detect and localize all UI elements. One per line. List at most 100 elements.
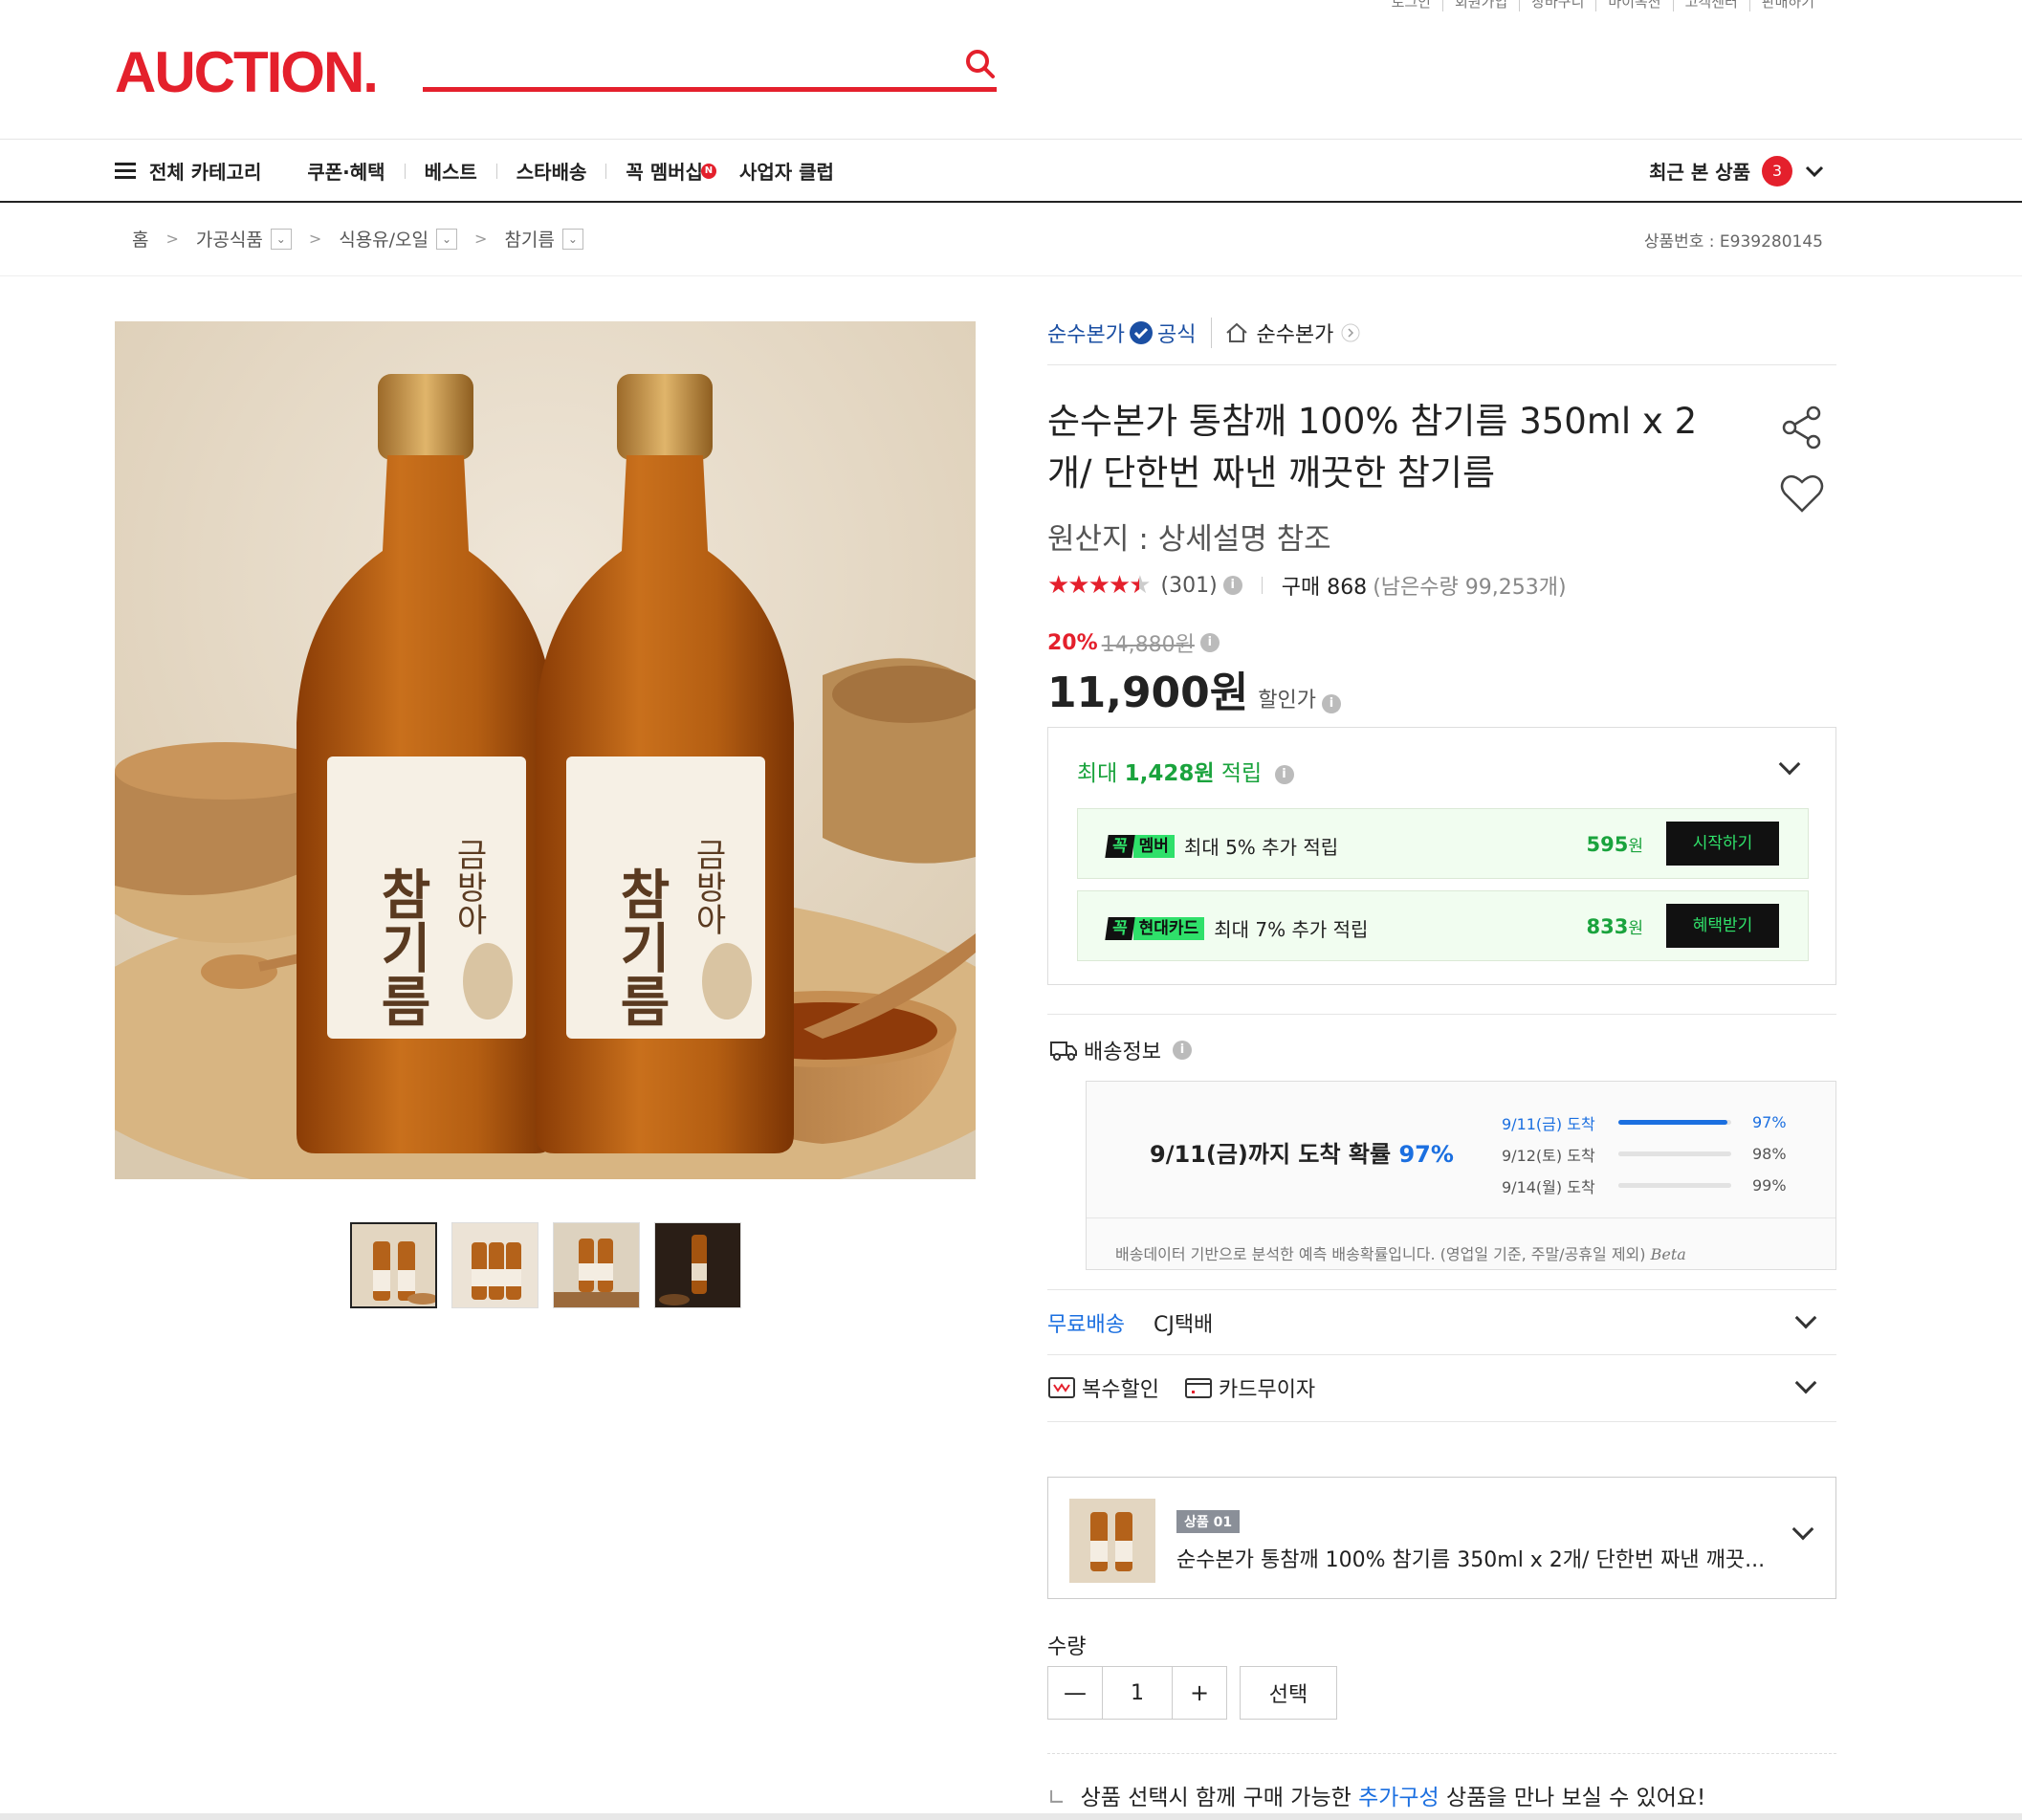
breadcrumb-item[interactable]: 식용유/오일 <box>339 226 429 252</box>
chevron-right-icon <box>1341 323 1360 342</box>
info-icon[interactable]: i <box>1172 1041 1192 1060</box>
probability-bar <box>1618 1120 1731 1125</box>
delivery-note-text: 배송데이터 기반으로 분석한 예측 배송확률입니다. (영업일 기준, 주말/공… <box>1115 1245 1646 1263</box>
info-icon[interactable]: i <box>1222 576 1242 595</box>
customer-center-link[interactable]: 고객센터 <box>1672 0 1749 11</box>
thumbnail[interactable] <box>350 1222 437 1308</box>
benefits-row[interactable]: 복수할인 카드무이자 <box>1047 1356 1836 1419</box>
breadcrumb: 홈 > 가공식품 ⌄ > 식용유/오일 ⌄ > 참기름 ⌄ <box>132 226 583 252</box>
reward-row-amount: 595 <box>1586 833 1629 856</box>
multi-discount-label: 복수할인 <box>1082 1378 1159 1402</box>
menu-icon[interactable] <box>115 162 136 180</box>
delivery-rows: 9/11(금) 도착 97% 9/12(토) 도착 98% 9/14(월) 도착… <box>1502 1107 1787 1201</box>
signup-link[interactable]: 회원가입 <box>1441 0 1519 11</box>
plus-button[interactable]: + <box>1173 1667 1226 1719</box>
breadcrumb-home[interactable]: 홈 <box>132 226 148 252</box>
beta-label: Beta <box>1650 1245 1686 1263</box>
free-shipping-label: 무료배송 <box>1047 1313 1125 1337</box>
delivery-pct: 98% <box>1752 1145 1787 1163</box>
page-bottom-border <box>0 1813 2022 1820</box>
share-icon[interactable] <box>1781 406 1823 450</box>
option-thumbnail <box>1069 1499 1155 1583</box>
quantity-stepper: — 1 + <box>1047 1666 1227 1720</box>
get-benefit-button[interactable]: 혜택받기 <box>1666 904 1779 948</box>
reward-header[interactable]: 최대 1,428원 적립 i <box>1077 755 1294 787</box>
search-bar <box>423 42 997 92</box>
quantity-value[interactable]: 1 <box>1102 1667 1173 1719</box>
dropdown-icon[interactable]: ⌄ <box>561 228 583 250</box>
chevron-right-icon: > <box>474 230 488 248</box>
shipping-header: 배송정보 i <box>1049 1035 1192 1065</box>
chevron-right-icon: > <box>308 230 322 248</box>
bottle-brand-text: 금방아 <box>689 838 727 935</box>
option-label: 상품 01 <box>1176 1510 1241 1533</box>
breadcrumb-item[interactable]: 가공식품 <box>196 226 263 252</box>
select-button[interactable]: 선택 <box>1240 1666 1337 1720</box>
info-icon[interactable]: i <box>1199 633 1220 652</box>
card-icon <box>1184 1378 1212 1398</box>
auction-logo[interactable]: AUCTION. <box>115 44 379 101</box>
start-button[interactable]: 시작하기 <box>1666 822 1779 866</box>
discount-percent: 20% <box>1047 630 1098 655</box>
shipping-fee-row[interactable]: 무료배송 CJ택배 <box>1047 1291 1836 1354</box>
all-category-link[interactable]: 전체 카테고리 <box>149 157 261 185</box>
purchase-count: 구매 868 <box>1281 576 1368 600</box>
addon-text: 상품 선택시 함께 구매 가능한 <box>1080 1786 1352 1810</box>
recent-products[interactable]: 최근 본 상품 3 <box>1649 140 1825 202</box>
search-icon[interactable] <box>964 48 997 80</box>
original-price: 14,880원 <box>1101 633 1195 657</box>
nav-star-delivery[interactable]: 스타배송 <box>516 157 587 185</box>
product-title: 순수본가 통참깨 100% 참기름 350ml x 2개/ 단한번 짜낸 깨끗한… <box>1047 401 1698 493</box>
chevron-down-icon[interactable] <box>1794 1306 1817 1329</box>
thumbnail[interactable] <box>553 1222 640 1308</box>
bottle-label-text: 참기름 <box>370 866 433 1027</box>
star-rating-icon: ★★★★★ <box>1047 571 1152 600</box>
delivery-pct: 97% <box>1752 1113 1787 1131</box>
chevron-down-icon[interactable] <box>1791 1518 1814 1541</box>
store-link[interactable]: 순수본가 <box>1211 318 1360 348</box>
thumbnail-list <box>350 1222 741 1308</box>
nav-best[interactable]: 베스트 <box>425 157 477 185</box>
member-tag: 꼭 멤버 <box>1105 834 1175 858</box>
minus-button[interactable]: — <box>1048 1667 1102 1719</box>
info-icon[interactable]: i <box>1274 764 1294 784</box>
seller-name[interactable]: 순수본가 <box>1047 318 1125 348</box>
nav-membership[interactable]: 꼭 멤버십 <box>626 157 703 185</box>
myauction-link[interactable]: 마이옥션 <box>1595 0 1672 11</box>
card-tag: 꼭 현대카드 <box>1105 916 1205 940</box>
shipping-title: 배송정보 <box>1084 1041 1161 1064</box>
multi-discount-icon <box>1048 1377 1075 1398</box>
nav-coupon[interactable]: 쿠폰·혜택 <box>307 157 385 185</box>
delivery-pct: 99% <box>1752 1176 1787 1195</box>
chevron-down-icon[interactable] <box>1778 753 1801 776</box>
top-links: 로그인 회원가입 장바구니 마이옥션 고객센터 판매하기 <box>1380 0 1826 11</box>
seller-info: 순수본가 공식 순수본가 <box>1047 318 1360 348</box>
dropdown-icon[interactable]: ⌄ <box>436 228 458 250</box>
delivery-main-text: 9/11(금)까지 도착 확률 <box>1150 1141 1392 1168</box>
thumbnail[interactable] <box>654 1222 741 1308</box>
breadcrumb-item[interactable]: 참기름 <box>504 226 554 252</box>
chevron-down-icon[interactable] <box>1794 1371 1817 1394</box>
heart-icon[interactable] <box>1779 472 1825 515</box>
delivery-date: 9/11(금) 도착 <box>1502 1114 1595 1133</box>
reward-amount: 1,428원 <box>1124 761 1215 786</box>
review-count[interactable]: (301) <box>1161 574 1218 598</box>
dropdown-icon[interactable]: ⌄ <box>270 228 292 250</box>
carrier-label: CJ택배 <box>1153 1313 1214 1337</box>
login-link[interactable]: 로그인 <box>1380 0 1442 11</box>
tag-label: 멤버 <box>1132 834 1175 858</box>
cart-link[interactable]: 장바구니 <box>1519 0 1595 11</box>
nav-business-club[interactable]: 사업자 클럽 <box>739 157 834 185</box>
product-main-image[interactable]: 참기름 금방아 참기름 금방아 <box>115 321 976 1179</box>
discount-row: 20% 14,880원 i <box>1047 627 1220 658</box>
option-select[interactable]: 상품 01 순수본가 통참깨 100% 참기름 350ml x 2개/ 단한번 … <box>1047 1477 1836 1599</box>
info-icon[interactable]: i <box>1322 694 1342 713</box>
addon-link[interactable]: 추가구성 <box>1358 1786 1440 1810</box>
probability-bar <box>1618 1183 1731 1188</box>
sell-link[interactable]: 판매하기 <box>1748 0 1826 11</box>
sale-price: 11,900원 <box>1047 669 1249 717</box>
divider <box>1047 1014 1836 1015</box>
search-input[interactable] <box>423 42 949 88</box>
thumbnail[interactable] <box>451 1222 538 1308</box>
reward-box: 최대 1,428원 적립 i 꼭 멤버 최대 5% 추가 적립 595원 시작하기… <box>1047 727 1836 985</box>
